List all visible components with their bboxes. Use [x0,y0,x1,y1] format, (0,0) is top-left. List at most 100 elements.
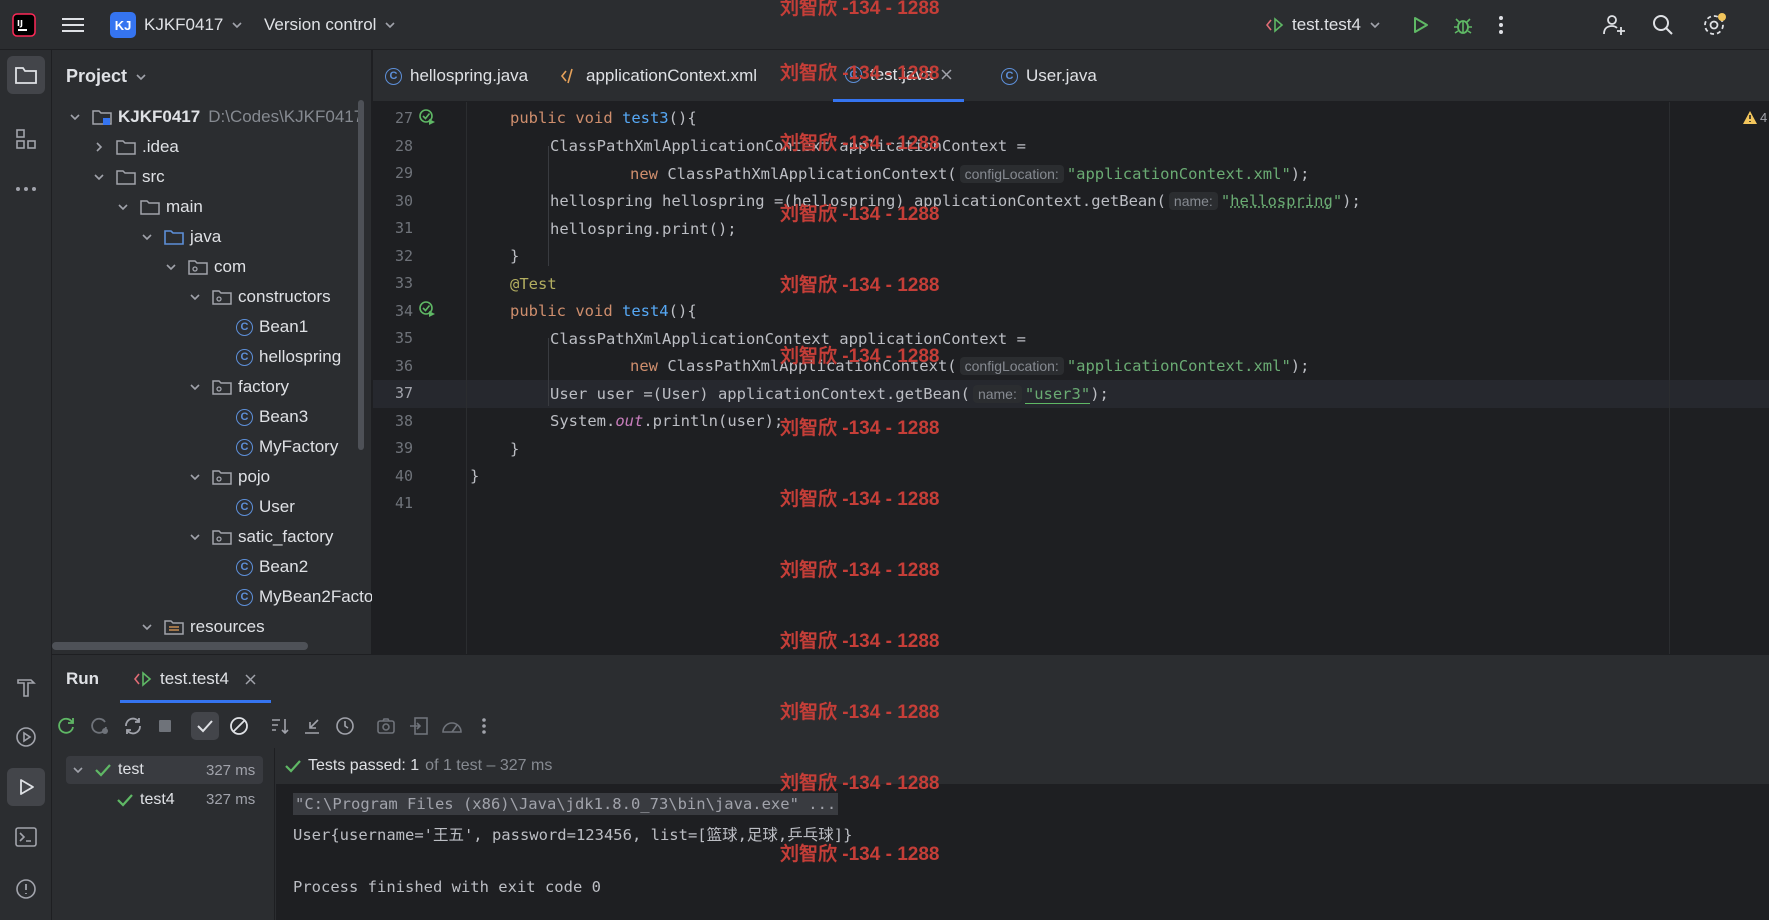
import-tests-button[interactable] [405,712,433,740]
close-icon[interactable] [245,673,256,685]
rerun-button[interactable] [53,712,81,740]
settings-button[interactable] [1702,0,1726,50]
tree-item-bean1[interactable]: C Bean1 [212,312,308,342]
problems-tool-button[interactable] [7,870,45,908]
code-line-30: hellospring hellospring =(hellospring) a… [550,192,1361,210]
tab-label: User.java [1026,66,1097,85]
tree-item-java[interactable]: java [140,222,221,252]
show-passed-toggle[interactable] [191,712,219,740]
tree-item-path: D:\Codes\KJKF0417 [208,107,364,126]
chevron-down-icon[interactable] [189,531,201,543]
param-hint: name: [1168,192,1218,210]
line-number: 40 [394,466,413,485]
param-hint: name: [972,385,1022,403]
package-icon [212,380,232,395]
hammer-icon [17,679,36,697]
chevron-right-icon[interactable] [93,141,105,153]
toggle-auto-test-button[interactable] [119,712,147,740]
problems-icon [16,879,36,899]
class-icon: C [385,67,402,85]
clock-icon [336,717,354,735]
chevron-down-icon[interactable] [189,471,201,483]
warning-icon [1743,111,1757,124]
package-icon [212,290,232,305]
right-margin-line [1669,102,1670,654]
code-line-39: } [510,440,520,458]
code-with-me-button[interactable] [1602,0,1626,50]
close-icon[interactable] [941,69,952,80]
line-number: 36 [394,356,413,375]
chevron-down-icon[interactable] [189,291,201,303]
chevron-down-icon [73,767,83,774]
line-number: 37 [394,384,413,402]
tree-vertical-scrollbar[interactable] [358,100,364,450]
camera-icon [377,718,395,734]
run-config-selector[interactable]: test.test4 [1266,0,1381,50]
sort-button[interactable] [266,712,294,740]
tree-item--idea[interactable]: .idea [92,132,179,162]
coverage-button[interactable] [438,712,466,740]
tree-item-src[interactable]: src [92,162,165,192]
tree-item-factory[interactable]: factory [188,372,289,402]
import-icon [410,717,428,735]
tab-applicationcontext-xml[interactable]: applicationContext.xml [548,50,769,102]
xml-icon [560,68,573,84]
build-tool-button[interactable] [7,668,45,706]
tree-item-bean3[interactable]: C Bean3 [212,402,308,432]
test-case-label: test4 [140,791,175,808]
inspection-widget[interactable]: 4 [1742,110,1767,125]
run-test-gutter-icon[interactable] [418,300,436,318]
tree-item-pojo[interactable]: pojo [188,462,270,492]
tree-item-kjkf0417[interactable]: KJKF0417 D:\Codes\KJKF0417 [68,102,363,132]
tree-item-mybean2facto[interactable]: C MyBean2Facto [212,582,372,612]
tab-test-java[interactable]: C test.java [833,50,965,102]
run-button[interactable] [1410,0,1430,50]
tree-item-resources[interactable]: resources [140,612,265,642]
run-test-gutter-icon[interactable] [418,108,436,126]
tree-item-bean2[interactable]: C Bean2 [212,552,308,582]
rerun-failed-button[interactable] [86,712,114,740]
show-ignored-toggle[interactable] [225,712,253,740]
tab-user-java[interactable]: C User.java [989,50,1109,102]
indent-guide [548,338,549,406]
more-actions-button[interactable] [1498,0,1504,50]
chevron-down-icon[interactable] [189,381,201,393]
run-tab-test-test4[interactable]: test.test4 [134,654,256,704]
line-number: 30 [394,191,413,210]
stop-button[interactable] [151,712,179,740]
test-history-button[interactable] [331,712,359,740]
chevron-down-icon[interactable] [93,171,105,183]
check-icon [285,760,301,773]
services-tool-button[interactable] [7,718,45,756]
tree-item-label: Bean1 [259,317,309,336]
test-case-row[interactable]: test4 [116,786,175,814]
run-tab-underline [120,700,271,703]
code-line-37: User user =(User) applicationContext.get… [550,384,1109,404]
collapse-button[interactable] [298,712,326,740]
tree-item-label: hellospring [259,347,342,366]
tree-item-hellospring[interactable]: Chellospring [212,342,341,372]
chevron-down-icon[interactable] [141,621,153,633]
screenshot-button[interactable] [372,712,400,740]
run-tool-button[interactable] [7,768,45,806]
tree-item-satic-factory[interactable]: satic_factory [188,522,333,552]
line-number: 39 [394,439,413,457]
console-line: "C:\Program Files (x86)\Java\jdk1.8.0_73… [293,793,839,815]
tree-horizontal-scrollbar[interactable] [52,642,308,650]
terminal-tool-button[interactable] [7,818,45,856]
tree-item-user[interactable]: C User [212,492,295,522]
tree-item-constructors[interactable]: constructors [188,282,331,312]
chevron-down-icon[interactable] [69,111,81,123]
debug-button[interactable] [1452,0,1474,50]
tab-hellospring-java[interactable]: C hellospring.java [373,50,540,102]
tree-item-com[interactable]: com [164,252,246,282]
check-icon [197,720,213,733]
more-run-actions-button[interactable] [470,712,498,740]
package-icon [212,470,232,485]
tree-item-myfactory[interactable]: C MyFactory [212,432,338,462]
search-button[interactable] [1652,0,1674,50]
chevron-down-icon[interactable] [165,261,177,273]
chevron-down-icon[interactable] [117,201,129,213]
tree-item-main[interactable]: main [116,192,203,222]
chevron-down-icon[interactable] [141,231,153,243]
